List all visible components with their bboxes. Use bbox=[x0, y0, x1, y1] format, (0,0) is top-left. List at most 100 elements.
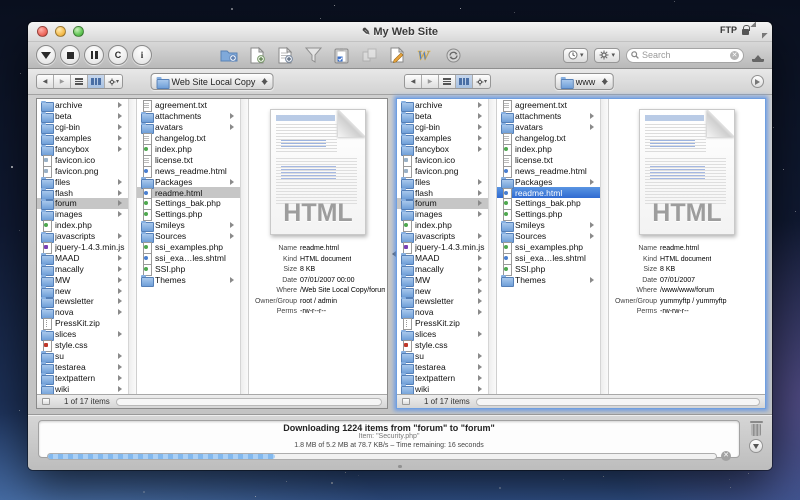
folder-row[interactable]: testarea bbox=[37, 361, 128, 372]
folder-row[interactable]: wiki bbox=[37, 383, 128, 394]
folder-row[interactable]: fancybox bbox=[397, 144, 488, 155]
file-row[interactable]: news_readme.html bbox=[497, 165, 600, 176]
sync-button[interactable] bbox=[444, 46, 462, 64]
search-input[interactable] bbox=[642, 50, 727, 60]
folder-row[interactable]: files bbox=[397, 176, 488, 187]
folder-row[interactable]: attachments bbox=[497, 111, 600, 122]
file-row[interactable]: favicon.ico bbox=[397, 154, 488, 165]
fullscreen-icon[interactable] bbox=[754, 25, 764, 35]
tasks-clipboard-button[interactable] bbox=[332, 46, 350, 64]
folder-row[interactable]: macally bbox=[397, 263, 488, 274]
folder-row[interactable]: newsletter bbox=[397, 296, 488, 307]
file-row[interactable]: readme.html bbox=[137, 187, 240, 198]
list-view-button[interactable] bbox=[71, 75, 88, 88]
folder-row[interactable]: macally bbox=[37, 263, 128, 274]
file-row[interactable]: style.css bbox=[37, 340, 128, 351]
folder-row[interactable]: Packages bbox=[137, 176, 240, 187]
folder-row[interactable]: MAAD bbox=[397, 252, 488, 263]
eject-button[interactable] bbox=[752, 49, 764, 62]
file-row[interactable]: SSI.php bbox=[137, 263, 240, 274]
folder-row[interactable]: slices bbox=[397, 329, 488, 340]
folder-row[interactable]: MAAD bbox=[37, 252, 128, 263]
stop-button[interactable] bbox=[60, 45, 80, 65]
scrollbar[interactable] bbox=[240, 99, 248, 394]
folder-row[interactable]: examples bbox=[37, 133, 128, 144]
file-row[interactable]: Settings_bak.php bbox=[497, 198, 600, 209]
folder-row[interactable]: javascripts bbox=[397, 231, 488, 242]
folder-row[interactable]: nova bbox=[397, 307, 488, 318]
file-row[interactable]: jquery-1.4.3.min.js bbox=[397, 242, 488, 253]
folder-row[interactable]: textpattern bbox=[37, 372, 128, 383]
folder-row[interactable]: cgi-bin bbox=[397, 122, 488, 133]
transfer-go-button[interactable] bbox=[36, 45, 56, 65]
trash-icon[interactable] bbox=[750, 421, 763, 436]
connect-play-button[interactable] bbox=[751, 75, 764, 88]
folder-row[interactable]: beta bbox=[37, 111, 128, 122]
filter-funnel-icon[interactable] bbox=[304, 46, 322, 64]
refresh-button[interactable]: C bbox=[108, 45, 128, 65]
folder-row[interactable]: textpattern bbox=[397, 372, 488, 383]
title-bar[interactable]: ✎My Web Site FTP bbox=[28, 22, 772, 42]
folder-row[interactable]: MW bbox=[397, 274, 488, 285]
mirror-button[interactable] bbox=[360, 46, 378, 64]
folder-row[interactable]: Sources bbox=[137, 231, 240, 242]
action-gear-button[interactable]: ▾ bbox=[105, 75, 122, 88]
folder-row[interactable]: wiki bbox=[397, 383, 488, 394]
folder-row[interactable]: cgi-bin bbox=[37, 122, 128, 133]
file-row[interactable]: agreement.txt bbox=[497, 100, 600, 111]
file-row[interactable]: readme.html bbox=[497, 187, 600, 198]
folder-row[interactable]: archive bbox=[37, 100, 128, 111]
folder-row[interactable]: su bbox=[397, 350, 488, 361]
folder-row[interactable]: images bbox=[397, 209, 488, 220]
folder-row[interactable]: files bbox=[37, 176, 128, 187]
file-row[interactable]: SSI.php bbox=[497, 263, 600, 274]
forward-button[interactable]: ▶ bbox=[54, 75, 71, 88]
file-row[interactable]: ssi_examples.php bbox=[137, 242, 240, 253]
folder-row[interactable]: slices bbox=[37, 329, 128, 340]
transfer-direction-button[interactable] bbox=[749, 439, 763, 453]
file-row[interactable]: PressKit.zip bbox=[37, 318, 128, 329]
new-file-button[interactable] bbox=[248, 46, 266, 64]
pane-splitter[interactable] bbox=[388, 98, 396, 409]
forward-button[interactable]: ▶ bbox=[422, 75, 439, 88]
back-button[interactable]: ◀ bbox=[405, 75, 422, 88]
file-row[interactable]: favicon.ico bbox=[37, 154, 128, 165]
status-widget-icon[interactable] bbox=[402, 398, 410, 405]
folder-row[interactable]: Packages bbox=[497, 176, 600, 187]
history-clock-button[interactable]: ▾ bbox=[563, 48, 589, 63]
scrollbar[interactable] bbox=[600, 99, 608, 394]
folder-row[interactable]: su bbox=[37, 350, 128, 361]
folder-row[interactable]: Smileys bbox=[497, 220, 600, 231]
pause-button[interactable] bbox=[84, 45, 104, 65]
folder-row[interactable]: nova bbox=[37, 307, 128, 318]
file-row[interactable]: ssi_exa…les.shtml bbox=[497, 252, 600, 263]
folder-row[interactable]: flash bbox=[37, 187, 128, 198]
file-row[interactable]: ssi_exa…les.shtml bbox=[137, 252, 240, 263]
file-row[interactable]: index.php bbox=[497, 144, 600, 155]
file-row[interactable]: Settings.php bbox=[137, 209, 240, 220]
horizontal-scrollbar[interactable] bbox=[116, 398, 382, 406]
folder-row[interactable]: forum bbox=[37, 198, 128, 209]
column-view-button[interactable] bbox=[88, 75, 105, 88]
column-view-button[interactable] bbox=[456, 75, 473, 88]
file-row[interactable]: jquery-1.4.3.min.js bbox=[37, 242, 128, 253]
folder-row[interactable]: Sources bbox=[497, 231, 600, 242]
folder-row[interactable]: images bbox=[37, 209, 128, 220]
folder-row[interactable]: Themes bbox=[137, 274, 240, 285]
file-row[interactable]: index.php bbox=[37, 220, 128, 231]
file-row[interactable]: Settings.php bbox=[497, 209, 600, 220]
file-row[interactable]: license.txt bbox=[497, 154, 600, 165]
folder-row[interactable]: archive bbox=[397, 100, 488, 111]
file-row[interactable]: index.php bbox=[137, 144, 240, 155]
folder-row[interactable]: fancybox bbox=[37, 144, 128, 155]
scrollbar[interactable] bbox=[128, 99, 136, 394]
file-row[interactable]: PressKit.zip bbox=[397, 318, 488, 329]
search-field[interactable]: ✕ bbox=[626, 48, 744, 63]
file-row[interactable]: Settings_bak.php bbox=[137, 198, 240, 209]
file-row[interactable]: news_readme.html bbox=[137, 165, 240, 176]
folder-row[interactable]: beta bbox=[397, 111, 488, 122]
list-view-button[interactable] bbox=[439, 75, 456, 88]
folder-row[interactable]: attachments bbox=[137, 111, 240, 122]
file-row[interactable]: agreement.txt bbox=[137, 100, 240, 111]
folder-row[interactable]: avatars bbox=[497, 122, 600, 133]
